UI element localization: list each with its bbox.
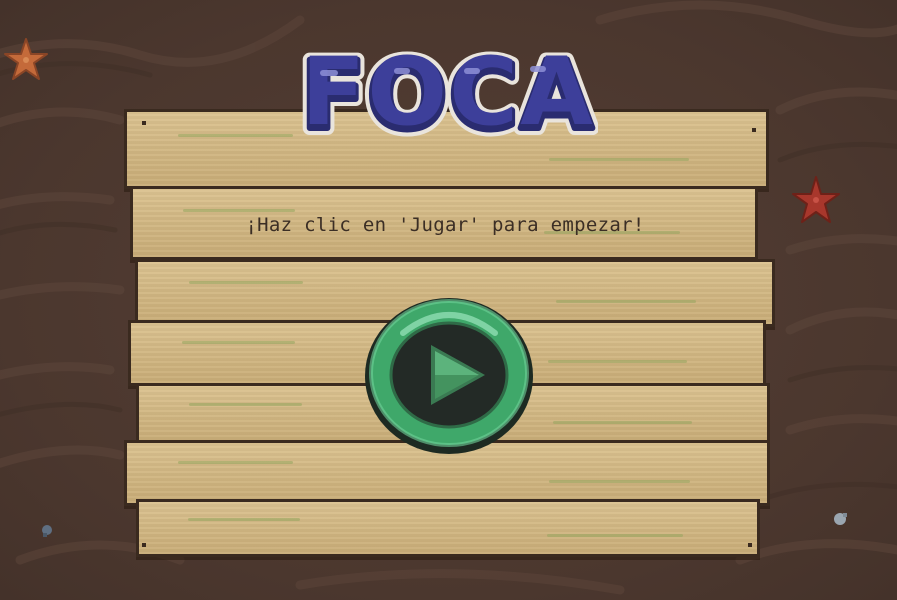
game-title: FOCA xyxy=(301,38,595,146)
instruction-text: ¡Haz clic en 'Jugar' para empezar! xyxy=(245,214,645,236)
nail xyxy=(748,543,752,547)
game-start-screen: ¡Haz clic en 'Jugar' para empezar! FOCA … xyxy=(0,0,897,600)
nail xyxy=(142,121,146,125)
game-title-logo: FOCA FOCA FOCA xyxy=(298,35,598,146)
plank xyxy=(136,499,760,557)
play-button[interactable] xyxy=(363,293,535,455)
nail xyxy=(142,543,146,547)
nail xyxy=(752,128,756,132)
